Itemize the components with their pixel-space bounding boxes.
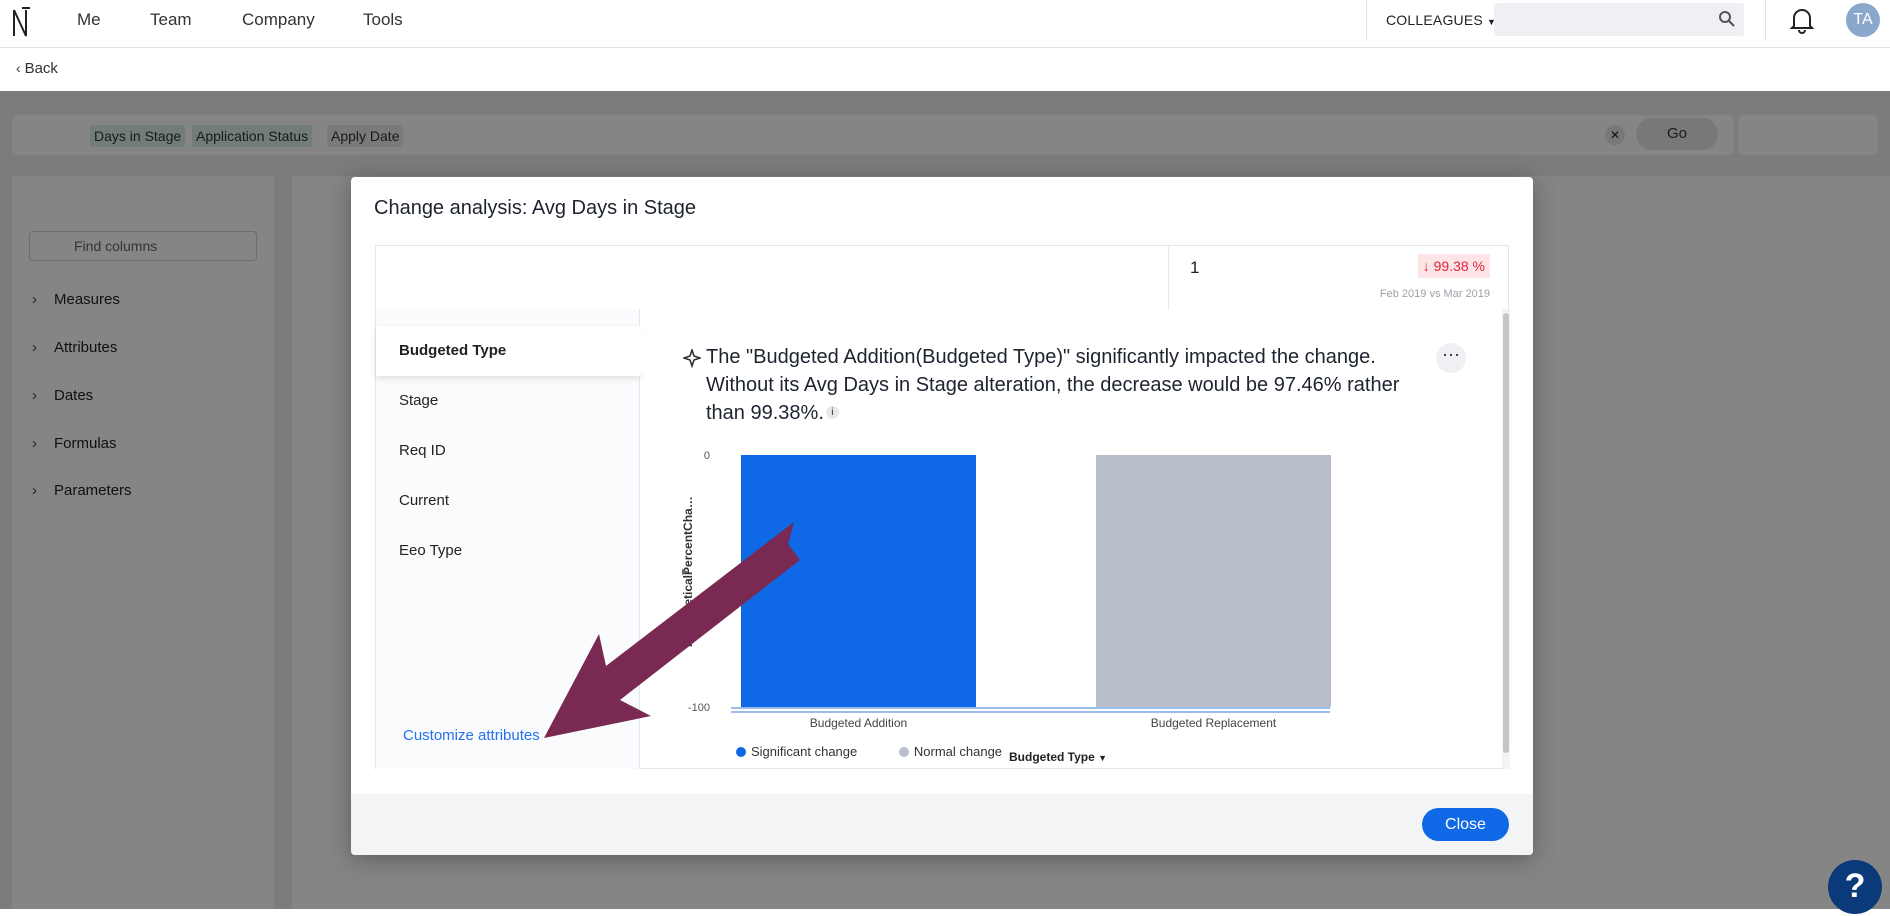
bar[interactable] [741,455,976,707]
bar-chart: 0 -100 Budgeted Addition Budgeted Replacem… [681,450,1331,730]
help-button[interactable]: ? [1828,860,1882,914]
colleagues-dropdown[interactable]: COLLEAGUES ▼ [1386,12,1496,28]
insight-sentence: The "Budgeted Addition(Budgeted Type)" s… [706,346,1400,424]
x-tick-label: Budgeted Replacement [1151,716,1277,730]
close-button[interactable]: Close [1422,808,1509,841]
caret-down-icon: ▼ [1098,753,1108,763]
nav-company[interactable]: Company [242,10,315,30]
legend-item[interactable]: Significant change [736,744,857,759]
legend-swatch [736,747,746,757]
top-nav: Me Team Company Tools COLLEAGUES ▼ TA [0,0,1890,48]
colleagues-label: COLLEAGUES [1386,12,1483,28]
chevron-left-icon: ‹ [16,60,25,76]
attribute-list: Budgeted Type Stage Req ID Current Eeo T… [376,309,654,769]
customize-attributes-link[interactable]: Customize attributes [403,727,540,744]
nav-divider [1366,0,1367,40]
app-logo-icon[interactable] [10,6,32,40]
bell-icon[interactable] [1789,6,1815,34]
x-tick-label: Budgeted Addition [810,716,907,730]
sparkle-icon [683,349,701,369]
y-tick-label: -100 [688,702,710,714]
chart-legend: Significant change Normal change [736,744,1040,759]
info-icon[interactable]: i [825,406,839,419]
comparison-period: Feb 2019 vs Mar 2019 [1379,288,1490,300]
summary-value: 1 [1190,258,1200,277]
nav-team[interactable]: Team [150,10,192,30]
insight-panel: The "Budgeted Addition(Budgeted Type)" s… [640,309,1510,769]
legend-item[interactable]: Normal change [898,744,1003,759]
nav-me[interactable]: Me [77,10,101,30]
attribute-item-eeo-type[interactable]: Eeo Type [376,526,640,576]
summary-cell: 1 ↓ 99.38 % Feb 2019 vs Mar 2019 [1168,246,1510,310]
legend-label: Normal change [913,744,1003,759]
avatar[interactable]: TA [1846,3,1880,37]
delta-badge: ↓ 99.38 % [1417,254,1490,278]
attribute-item-budgeted-type[interactable]: Budgeted Type [376,326,654,376]
y-axis-expand-icon[interactable]: ▶ [682,567,689,576]
attribute-item-req-id[interactable]: Req ID [376,426,640,476]
nav-tools[interactable]: Tools [363,10,403,30]
search-icon[interactable] [1718,10,1736,28]
y-tick-label: 0 [704,450,710,462]
summary-box: 1 ↓ 99.38 % Feb 2019 vs Mar 2019 [375,245,1510,310]
insight-scrollbar[interactable] [1502,309,1510,769]
attribute-item-stage[interactable]: Stage [376,376,640,426]
modal-footer: Close [351,794,1533,855]
bar[interactable] [1096,455,1331,707]
global-search-input[interactable] [1494,3,1744,36]
legend-label: Significant change [751,744,858,759]
back-button[interactable]: ‹ Back [16,60,58,77]
attribute-item-current[interactable]: Current [376,476,640,526]
legend-swatch [898,747,909,757]
nav-divider [1765,0,1766,40]
more-options-button[interactable]: ⋯ [1436,343,1466,373]
back-label: Back [24,60,58,77]
change-analysis-modal: Change analysis: Avg Days in Stage 1 ↓ 9… [351,177,1533,855]
analysis-body: Budgeted Type Stage Req ID Current Eeo T… [375,309,1510,769]
modal-title: Change analysis: Avg Days in Stage [374,197,697,219]
insight-text: The "Budgeted Addition(Budgeted Type)" s… [706,343,1436,427]
back-bar: ‹ Back [0,48,1890,91]
scrollbar-thumb[interactable] [1503,313,1509,753]
